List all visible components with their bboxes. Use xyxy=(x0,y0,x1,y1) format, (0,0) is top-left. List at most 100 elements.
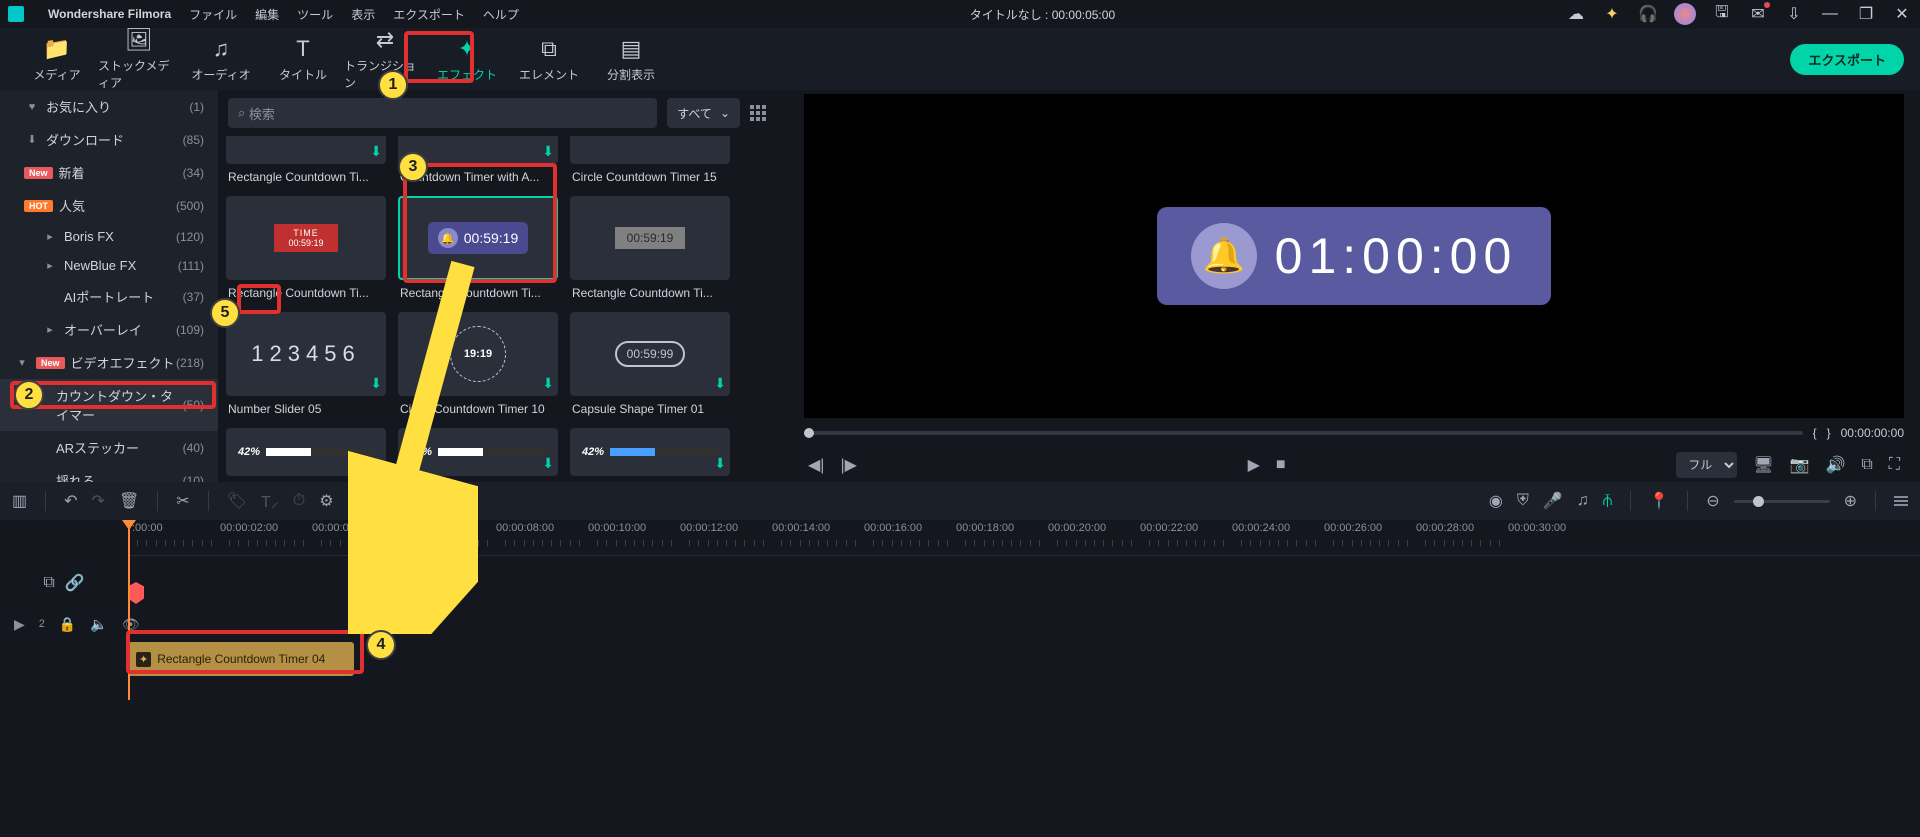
effect-thumb[interactable]: 00:59:19 Rectangle Countdown Ti... xyxy=(570,196,730,306)
menu-file[interactable]: ファイル xyxy=(189,6,237,23)
tl-menu-icon[interactable]: ▥ xyxy=(12,491,27,511)
speed-icon[interactable]: ⏱ xyxy=(293,492,305,510)
sidebar-new[interactable]: New新着(34) xyxy=(0,156,218,189)
mark-in-icon[interactable]: { xyxy=(1813,426,1817,440)
menu-export[interactable]: エクスポート xyxy=(393,6,465,23)
zoom-fit-icon[interactable] xyxy=(1894,496,1908,506)
render-icon[interactable]: ◉ xyxy=(1489,491,1503,511)
undo-icon[interactable]: ↶ xyxy=(64,491,77,511)
ribbon-media[interactable]: 📁メディア xyxy=(16,36,98,83)
effect-thumb[interactable]: 19:19⬇ Circle Countdown Timer 10 xyxy=(398,312,558,422)
ribbon-split[interactable]: ▤分割表示 xyxy=(590,36,672,83)
sidebar-fav[interactable]: ♥お気に入り(1) xyxy=(0,90,218,123)
ribbon-element[interactable]: ⧉エレメント xyxy=(508,36,590,83)
track-eye-icon[interactable]: 👁 xyxy=(122,616,140,633)
track-video-icon[interactable]: ▶ xyxy=(14,616,25,633)
effect-thumb[interactable]: ⬇Rectangle Countdown Ti... xyxy=(226,136,386,190)
sidebar-newblue[interactable]: ▸NewBlue FX(111) xyxy=(0,251,218,280)
voiceover-icon[interactable]: 🎤 xyxy=(1543,491,1563,511)
next-frame-icon[interactable]: |▶ xyxy=(840,455,856,475)
effect-thumb[interactable]: ⬇Countdown Timer with A... xyxy=(398,136,558,190)
menu-tool[interactable]: ツール xyxy=(297,6,333,23)
avatar[interactable] xyxy=(1674,3,1696,25)
sidebar-countdown-timer[interactable]: カウントダウン・タイマー(50) xyxy=(0,379,218,431)
ribbon-transition[interactable]: ⇄トランジション xyxy=(344,27,426,91)
display-icon[interactable]: 🖥 xyxy=(1753,455,1773,475)
cloud-icon[interactable]: ☁ xyxy=(1566,4,1586,24)
preview-quality-select[interactable]: フル xyxy=(1676,452,1737,478)
menu-edit[interactable]: 編集 xyxy=(255,6,279,23)
support-icon[interactable]: 🎧 xyxy=(1638,4,1658,24)
preview-seek-bar[interactable] xyxy=(804,431,1803,435)
add-marker-icon[interactable]: 📍 xyxy=(1649,491,1669,511)
filter-dropdown[interactable]: すべて⌄ xyxy=(667,98,740,128)
maximize-icon[interactable]: ❐ xyxy=(1856,4,1876,24)
delete-icon[interactable]: 🗑 xyxy=(119,491,139,511)
redo-icon[interactable]: ↷ xyxy=(92,491,105,511)
ribbon-effect[interactable]: ✦エフェクト xyxy=(426,36,508,83)
marker-shield-icon[interactable]: ⛨ xyxy=(1517,492,1529,510)
save-icon[interactable]: 🖫 xyxy=(1712,4,1732,24)
tag-icon[interactable]: 🏷 xyxy=(227,491,247,511)
sidebar-hot[interactable]: HOT人気(500) xyxy=(0,189,218,222)
effect-thumb[interactable]: TIME00:59:19 Rectangle Countdown Ti... xyxy=(226,196,386,306)
play-icon[interactable]: ▶ xyxy=(1248,455,1260,475)
timeline-marker[interactable] xyxy=(128,582,144,604)
search-input[interactable]: ⌕ 検索 xyxy=(228,98,657,128)
track-lock-icon[interactable]: 🔒 xyxy=(59,616,76,633)
volume-icon[interactable]: 🔊 xyxy=(1825,455,1845,475)
sidebar-download[interactable]: ⬇ダウンロード(85) xyxy=(0,123,218,156)
sidebar-arsticker[interactable]: ARステッカー(40) xyxy=(0,431,218,464)
minimize-icon[interactable]: ― xyxy=(1820,4,1840,24)
sidebar-aiportrait[interactable]: AIポートレート(37) xyxy=(0,280,218,313)
snapshot-icon[interactable]: 📷 xyxy=(1790,455,1810,475)
timeline-track[interactable]: ✦ Rectangle Countdown Timer 04 xyxy=(128,642,1920,676)
prev-frame-icon[interactable]: ◀| xyxy=(808,455,824,475)
voice-icon[interactable]: ⇩ xyxy=(1784,4,1804,24)
sidebar-overlay[interactable]: ▸オーバーレイ(109) xyxy=(0,313,218,346)
export-button[interactable]: エクスポート xyxy=(1790,44,1904,75)
ribbon-title[interactable]: Tタイトル xyxy=(262,36,344,83)
adjust-icon[interactable]: ⚙ xyxy=(319,491,333,511)
message-icon[interactable]: ✉ xyxy=(1748,4,1768,24)
effect-thumb[interactable]: ◆ 123456⬇ Number Slider 05 xyxy=(226,312,386,422)
effect-thumb[interactable]: 42%⬇ xyxy=(570,428,730,476)
fullscreen-icon[interactable]: ⛶ xyxy=(1889,456,1900,474)
sidebar-borisfx[interactable]: ▸Boris FX(120) xyxy=(0,222,218,251)
playhead[interactable] xyxy=(128,520,130,700)
green-screen-icon[interactable]: ◎ xyxy=(394,491,408,511)
track-mute-icon[interactable]: 🔈 xyxy=(90,616,107,633)
audio-mixer-icon[interactable]: ♫ xyxy=(1577,492,1589,510)
preview-timer-text: 01:00:00 xyxy=(1275,227,1518,285)
track-manage-icon[interactable]: ⧉ xyxy=(43,574,54,592)
timeline-clip[interactable]: ✦ Rectangle Countdown Timer 04 xyxy=(128,642,354,676)
zoom-slider[interactable] xyxy=(1734,500,1830,503)
color-icon[interactable]: ◐ xyxy=(371,492,381,510)
menu-help[interactable]: ヘルプ xyxy=(483,6,519,23)
timeline-ruler[interactable]: :00:0000:00:02:0000:00:04:0000:00:06:000… xyxy=(128,520,1920,556)
zoom-in-icon[interactable]: ⊕ xyxy=(1844,491,1857,511)
ribbon: 📁メディア 🖼ストックメディア ♫オーディオ Tタイトル ⇄トランジション ✦エ… xyxy=(0,28,1920,90)
stop-icon[interactable]: ■ xyxy=(1276,456,1286,474)
ribbon-audio[interactable]: ♫オーディオ xyxy=(180,36,262,83)
text-split-icon[interactable]: T⸝ xyxy=(261,490,279,512)
idea-icon[interactable]: ✦ xyxy=(1602,4,1622,24)
sidebar-shake[interactable]: 揺れる(10) xyxy=(0,464,218,482)
effect-thumb[interactable]: ◆42%⬇ xyxy=(398,428,558,476)
cut-icon[interactable]: ✂ xyxy=(176,491,189,511)
effect-thumb[interactable]: 00:59:99⬇ Capsule Shape Timer 01 xyxy=(570,312,730,422)
menu-view[interactable]: 表示 xyxy=(351,6,375,23)
effect-thumb[interactable]: 42% xyxy=(226,428,386,476)
ribbon-stock[interactable]: 🖼ストックメディア xyxy=(98,27,180,91)
effect-thumb[interactable]: Circle Countdown Timer 15 xyxy=(570,136,730,190)
zoom-out-icon[interactable]: ⊖ xyxy=(1706,491,1719,511)
close-icon[interactable]: ✕ xyxy=(1892,4,1912,24)
mark-out-icon[interactable]: } xyxy=(1827,426,1831,440)
sidebar-videoeffect[interactable]: ▾Newビデオエフェクト(218) xyxy=(0,346,218,379)
grid-view-icon[interactable] xyxy=(750,105,766,121)
track-link-icon[interactable]: 🔗 xyxy=(65,573,85,593)
preview-viewport[interactable]: 🔔 01:00:00 xyxy=(804,94,1904,418)
pip-icon[interactable]: ⧉ xyxy=(1861,456,1872,474)
effect-thumb-rect-04[interactable]: 🔔00:59:19 Rectangle Countdown Ti... xyxy=(398,196,558,306)
snap-icon[interactable]: ⫚ xyxy=(1603,492,1613,510)
